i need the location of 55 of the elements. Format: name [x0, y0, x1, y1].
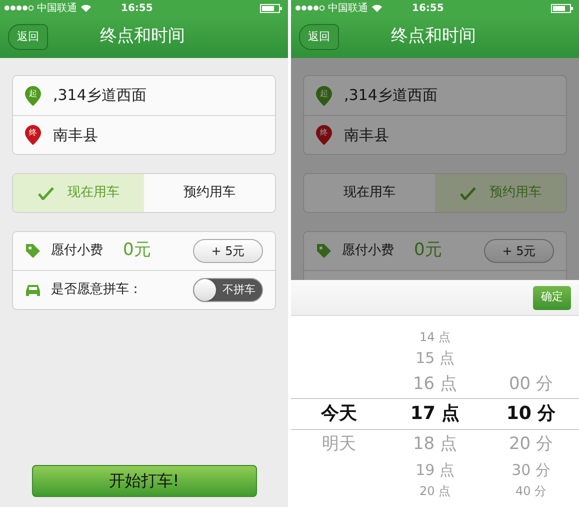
- mode-tab[interactable]: 现在用车: [13, 174, 144, 212]
- carpool-switch[interactable]: 不拼车: [193, 278, 263, 302]
- tag-icon: [316, 243, 332, 259]
- tag-icon: [25, 243, 41, 259]
- battery-icon: [260, 4, 282, 12]
- confirm-button[interactable]: 确定: [533, 286, 571, 310]
- picker-item[interactable]: 19 点: [416, 462, 454, 478]
- start-button[interactable]: 开始打车!: [32, 465, 256, 497]
- add-fee-button[interactable]: + 5元: [193, 239, 263, 263]
- signal-icon: [4, 5, 34, 11]
- check-icon: [460, 186, 476, 200]
- wifi-icon: [81, 4, 91, 12]
- add-fee-button[interactable]: + 5元: [484, 239, 554, 263]
- signal-icon: [295, 5, 325, 11]
- check-icon: [38, 186, 54, 200]
- picker-item[interactable]: 14 点: [419, 331, 451, 343]
- address-text[interactable]: 南丰县: [344, 124, 389, 146]
- picker-item[interactable]: 20 点: [419, 485, 451, 497]
- nav-title: 终点和时间: [391, 25, 476, 48]
- picker-item[interactable]: 40 分: [515, 485, 547, 497]
- clock-time: 16:55: [121, 2, 153, 16]
- address-text[interactable]: ,314乡道西面: [53, 84, 146, 107]
- map-pin-icon: 终: [316, 125, 332, 145]
- picker-item[interactable]: 20 分: [508, 436, 554, 452]
- wifi-icon: [372, 4, 382, 12]
- carpool-label: 是否愿意拼车：: [51, 281, 142, 300]
- car-icon: [25, 283, 41, 297]
- address-text[interactable]: 南丰县: [53, 124, 98, 146]
- picker-item[interactable]: 今天: [321, 405, 357, 423]
- fee-label: 愿付小费: [342, 242, 394, 260]
- map-pin-icon: 终: [25, 125, 41, 145]
- fee-value: 0元: [123, 239, 151, 262]
- fee-label: 愿付小费: [51, 242, 103, 260]
- back-button[interactable]: 返回: [8, 24, 48, 50]
- picker-item[interactable]: 16 点: [412, 376, 458, 392]
- clock-time: 16:55: [412, 2, 444, 16]
- nav-title: 终点和时间: [100, 25, 185, 48]
- picker-item[interactable]: 30 分: [512, 462, 550, 478]
- battery-icon: [551, 4, 573, 12]
- fee-value: 0元: [414, 239, 442, 262]
- mode-tab[interactable]: 预约用车: [435, 174, 566, 212]
- carrier-name: 中国联通: [328, 2, 368, 16]
- address-text[interactable]: ,314乡道西面: [344, 84, 438, 107]
- picker-item[interactable]: 00 分: [508, 376, 554, 392]
- back-button[interactable]: 返回: [299, 24, 339, 50]
- picker-item[interactable]: 10 分: [506, 405, 556, 423]
- map-pin-icon: 起: [316, 86, 332, 106]
- mode-tab[interactable]: 预约用车: [144, 174, 275, 212]
- map-pin-icon: 起: [25, 86, 41, 106]
- picker-item[interactable]: 18 点: [412, 436, 458, 452]
- mode-tab[interactable]: 现在用车: [304, 174, 435, 212]
- picker-item[interactable]: 15 点: [416, 350, 454, 366]
- picker-item[interactable]: 明天: [322, 436, 356, 452]
- carrier-name: 中国联通: [37, 2, 77, 16]
- picker-item[interactable]: 17 点: [410, 405, 460, 423]
